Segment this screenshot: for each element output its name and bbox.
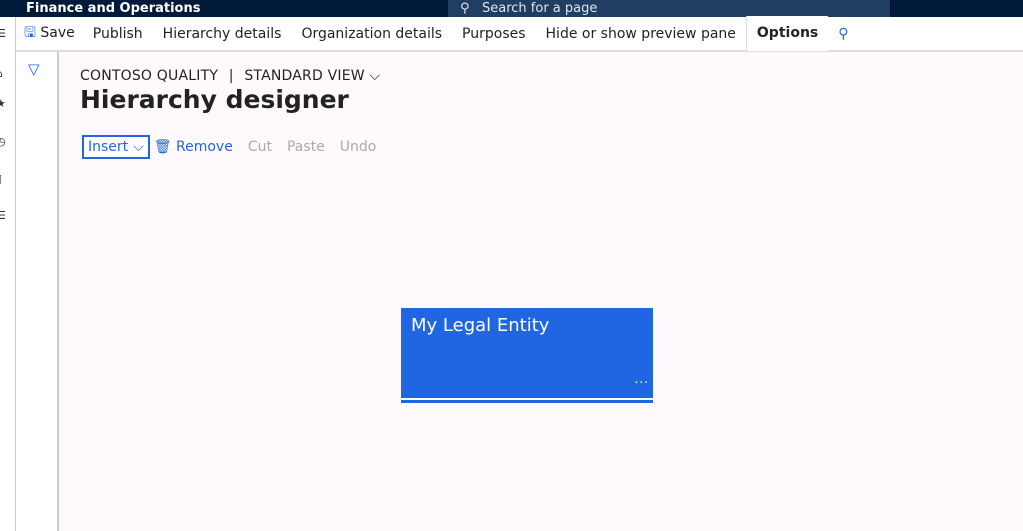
separator: | <box>228 68 234 84</box>
organization-details-button[interactable]: Organization details <box>291 26 452 42</box>
chevron-down-icon: ⌵ <box>133 139 144 155</box>
star-icon[interactable]: ★ <box>0 97 6 110</box>
menu-icon[interactable]: ☰ <box>0 27 6 40</box>
search-icon: ⚲ <box>460 1 470 16</box>
trash-icon: 🗑 <box>153 139 172 155</box>
view-selector[interactable]: STANDARD VIEW ⌵ <box>244 68 380 84</box>
search-placeholder: Search for a page <box>482 1 598 16</box>
search-icon[interactable]: ⚲ <box>828 26 858 42</box>
page-header: CONTOSO QUALITY | STANDARD VIEW ⌵ Hierar… <box>80 68 380 114</box>
workspace-icon[interactable]: ▯ <box>0 172 2 185</box>
remove-button[interactable]: 🗑 Remove <box>154 139 233 155</box>
undo-button[interactable]: Undo <box>340 139 377 155</box>
save-icon: 🖫 <box>24 24 36 41</box>
action-bar: 🖫 Save Publish Hierarchy details Organiz… <box>16 16 1023 52</box>
filter-pane: ▽ <box>16 52 59 531</box>
save-label: Save <box>40 24 75 41</box>
hierarchy-details-button[interactable]: Hierarchy details <box>153 26 292 42</box>
list-icon[interactable]: ☰ <box>0 209 6 222</box>
save-button[interactable]: 🖫 Save <box>16 22 83 46</box>
breadcrumb: CONTOSO QUALITY | STANDARD VIEW ⌵ <box>80 68 380 84</box>
search-box[interactable]: ⚲ Search for a page <box>448 0 890 17</box>
paste-button[interactable]: Paste <box>287 139 325 155</box>
more-options-icon[interactable]: ... <box>635 372 649 386</box>
left-nav: ☰ ⌂ ★ ◷ ▯ ☰ <box>0 17 16 531</box>
company-label: CONTOSO QUALITY <box>80 68 219 84</box>
clock-icon[interactable]: ◷ <box>0 135 6 148</box>
view-label: STANDARD VIEW <box>244 68 365 84</box>
home-icon[interactable]: ⌂ <box>0 67 3 80</box>
filter-icon[interactable]: ▽ <box>28 60 40 78</box>
hierarchy-node[interactable]: My Legal Entity ... <box>401 308 653 403</box>
node-name: My Legal Entity <box>411 315 550 336</box>
cut-button[interactable]: Cut <box>248 139 272 155</box>
remove-label: Remove <box>176 139 233 155</box>
node-underline <box>401 398 653 400</box>
insert-button[interactable]: Insert ⌵ <box>82 135 150 159</box>
app-title: Finance and Operations <box>26 1 201 16</box>
page-title: Hierarchy designer <box>80 85 349 114</box>
preview-pane-button[interactable]: Hide or show preview pane <box>536 26 746 42</box>
chevron-down-icon: ⌵ <box>369 68 381 84</box>
top-bar: Finance and Operations ⚲ Search for a pag… <box>0 0 1023 17</box>
tab-options[interactable]: Options <box>745 16 829 51</box>
purposes-button[interactable]: Purposes <box>452 26 535 42</box>
insert-label: Insert <box>88 139 129 155</box>
designer-toolbar: Insert ⌵ 🗑 Remove Cut Paste Undo <box>82 135 376 159</box>
publish-button[interactable]: Publish <box>83 26 153 42</box>
